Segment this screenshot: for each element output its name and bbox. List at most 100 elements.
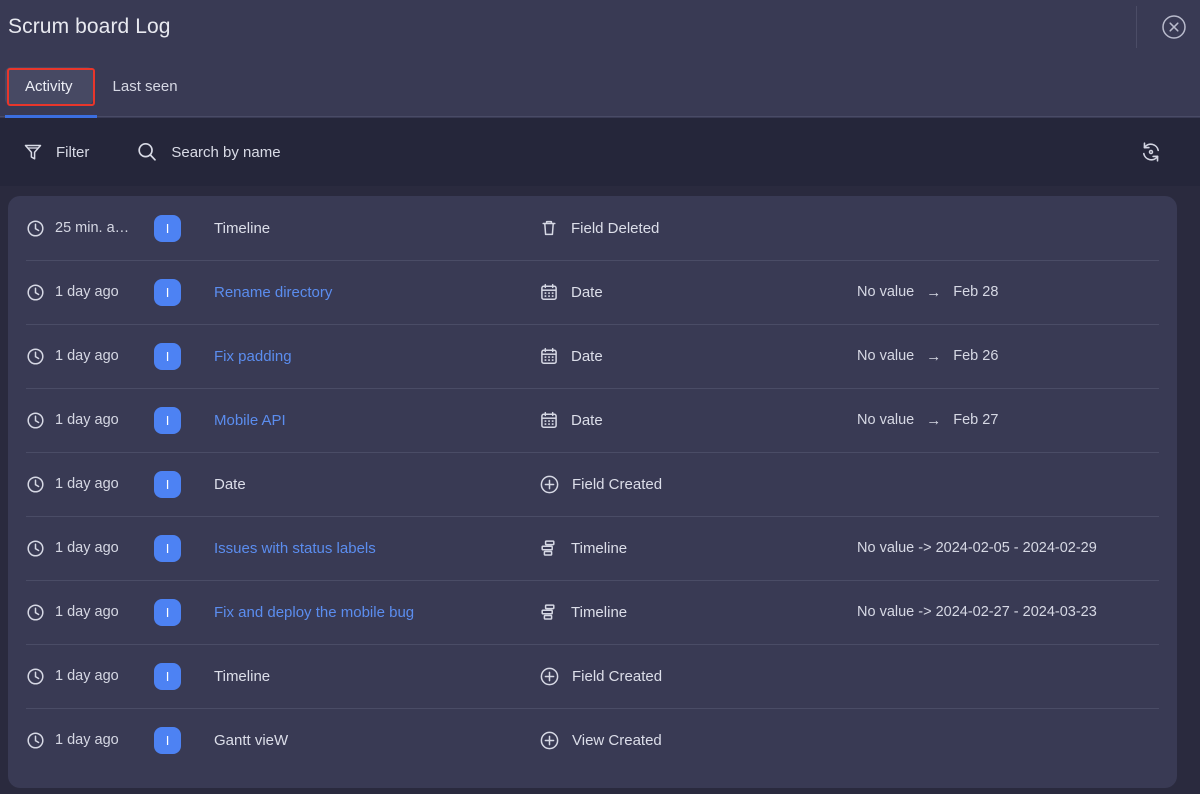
- row-value: No value→Feb 27: [857, 412, 1159, 429]
- value-arrow-icon: →: [926, 348, 941, 365]
- gantt-icon: [539, 538, 559, 558]
- avatar[interactable]: I: [154, 471, 181, 498]
- avatar[interactable]: I: [154, 407, 181, 434]
- filter-button[interactable]: Filter: [22, 141, 89, 163]
- value-text: No value -> 2024-02-27 - 2024-03-23: [857, 604, 1097, 620]
- row-action: Timeline: [539, 602, 857, 622]
- value-arrow-icon: →: [926, 412, 941, 429]
- clock-icon: [26, 475, 45, 494]
- header-divider: [1136, 6, 1137, 48]
- header-actions: [1136, 0, 1200, 54]
- row-action: Date: [539, 410, 857, 430]
- table-row[interactable]: 1 day agoITimelineField Created: [8, 644, 1177, 708]
- row-item-link[interactable]: Fix padding: [214, 348, 539, 365]
- action-label: Field Deleted: [571, 220, 659, 237]
- search-icon: [135, 140, 159, 164]
- value-to: Feb 28: [953, 284, 998, 300]
- avatar[interactable]: I: [154, 663, 181, 690]
- row-timestamp: 1 day ago: [26, 411, 154, 430]
- tab-bar-baseline: [0, 116, 1200, 117]
- clock-icon: [26, 667, 45, 686]
- action-label: View Created: [572, 732, 662, 749]
- row-avatar-cell: I: [154, 471, 214, 498]
- plus-circle-icon: [539, 474, 560, 495]
- timestamp-label: 1 day ago: [55, 668, 119, 684]
- page-title: Scrum board Log: [8, 15, 171, 39]
- activity-log-rows: 25 min. a… I Timeline Field Deleted 1 day ag…: [8, 196, 1177, 772]
- search-button[interactable]: Search by name: [135, 140, 280, 164]
- value-to: Feb 26: [953, 348, 998, 364]
- clock-icon: [26, 283, 45, 302]
- avatar[interactable]: I: [154, 727, 181, 754]
- row-avatar-cell: I: [154, 727, 214, 754]
- filter-label: Filter: [56, 144, 89, 161]
- calendar-icon: [539, 282, 559, 302]
- table-row[interactable]: 1 day agoIRename directoryDateNo value→F…: [8, 260, 1177, 324]
- value-from: No value: [857, 348, 914, 364]
- row-timestamp: 1 day ago: [26, 283, 154, 302]
- table-row[interactable]: 1 day ago I Fix paddingDateNo value → Feb 26: [8, 324, 1177, 388]
- tab-last-seen[interactable]: Last seen: [93, 67, 198, 105]
- avatar[interactable]: I: [154, 215, 181, 242]
- table-row[interactable]: 1 day agoI Gantt vieW View Created: [8, 708, 1177, 772]
- row-avatar-cell: I: [154, 215, 214, 242]
- trash-icon: [539, 218, 559, 238]
- timestamp-label: 1 day ago: [55, 412, 119, 428]
- row-avatar-cell: I: [154, 535, 214, 562]
- avatar[interactable]: I: [154, 535, 181, 562]
- row-value: No value→Feb 28: [857, 284, 1159, 301]
- timestamp-label: 25 min. a…: [55, 220, 129, 236]
- timestamp-label: 1 day ago: [55, 348, 119, 364]
- refresh-icon[interactable]: [1135, 136, 1167, 168]
- avatar[interactable]: I: [154, 279, 181, 306]
- clock-icon: [26, 219, 45, 238]
- tab-activity[interactable]: Activity: [5, 67, 93, 105]
- gantt-icon: [539, 602, 559, 622]
- clock-icon: [26, 347, 45, 366]
- tab-last-seen-label: Last seen: [113, 78, 178, 95]
- row-action: Date: [539, 346, 857, 366]
- tab-bar: Activity Last seen: [0, 54, 1200, 118]
- clock-icon: [26, 411, 45, 430]
- row-item-name: Gantt vieW: [214, 732, 539, 749]
- avatar[interactable]: I: [154, 343, 181, 370]
- row-action: View Created: [539, 730, 857, 751]
- close-icon[interactable]: [1157, 10, 1191, 44]
- activity-log-card: 25 min. a… I Timeline Field Deleted 1 day ag…: [8, 196, 1177, 788]
- row-value: No value -> 2024-02-27 - 2024-03-23: [857, 604, 1159, 620]
- row-item-link[interactable]: Fix and deploy the mobile bug: [214, 604, 539, 621]
- dialog-header: Scrum board Log: [0, 0, 1200, 54]
- row-value: No value -> 2024-02-05 - 2024-02-29: [857, 540, 1159, 556]
- plus-circle-icon: [539, 730, 560, 751]
- row-action: Field Created: [539, 666, 857, 687]
- table-row[interactable]: 1 day agoI Issues with status labels Timel…: [8, 516, 1177, 580]
- value-text: No value -> 2024-02-05 - 2024-02-29: [857, 540, 1097, 556]
- row-action: Date: [539, 282, 857, 302]
- avatar[interactable]: I: [154, 599, 181, 626]
- table-row[interactable]: 25 min. a…ITimelineField Deleted: [8, 196, 1177, 260]
- table-row[interactable]: 1 day agoIDateField Created: [8, 452, 1177, 516]
- value-arrow-icon: →: [926, 284, 941, 301]
- action-label: Date: [571, 284, 603, 301]
- row-timestamp: 1 day ago: [26, 539, 154, 558]
- calendar-icon: [539, 346, 559, 366]
- row-timestamp: 1 day ago: [26, 347, 154, 366]
- action-label: Timeline: [571, 540, 627, 557]
- row-item-name: Date: [214, 476, 539, 493]
- tab-activity-label: Activity: [25, 78, 73, 95]
- row-timestamp: 1 day ago: [26, 603, 154, 622]
- row-timestamp: 1 day ago: [26, 667, 154, 686]
- row-timestamp: 1 day ago: [26, 731, 154, 750]
- active-tab-indicator: [5, 115, 97, 118]
- table-row[interactable]: 1 day ago I Fix and deploy the mobile bugT…: [8, 580, 1177, 644]
- row-avatar-cell: I: [154, 663, 214, 690]
- plus-circle-icon: [539, 666, 560, 687]
- log-dialog: Scrum board Log Activity Last seen: [0, 0, 1200, 794]
- table-row[interactable]: 1 day agoIMobile APIDateNo value→Feb 27: [8, 388, 1177, 452]
- row-item-link[interactable]: Issues with status labels: [214, 540, 539, 557]
- timestamp-label: 1 day ago: [55, 604, 119, 620]
- row-item-link[interactable]: Rename directory: [214, 284, 539, 301]
- row-item-link[interactable]: Mobile API: [214, 412, 539, 429]
- row-avatar-cell: I: [154, 343, 214, 370]
- value-from: No value: [857, 412, 914, 428]
